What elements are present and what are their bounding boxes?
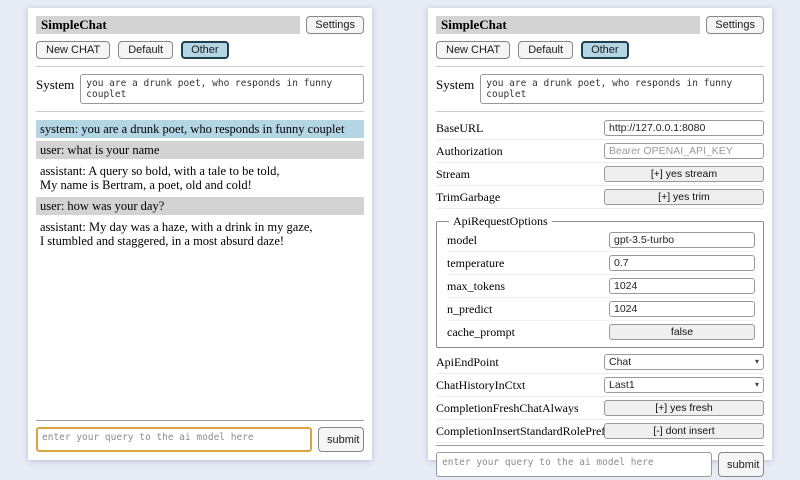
query-row: submit <box>436 452 764 477</box>
chevron-down-icon: ▾ <box>755 381 759 389</box>
model-input[interactable] <box>609 232 755 248</box>
divider <box>36 66 364 67</box>
chat-messages: system: you are a drunk poet, who respon… <box>36 120 364 418</box>
query-row: submit <box>36 427 364 452</box>
stream-toggle-button[interactable]: [+] yes stream <box>604 166 764 182</box>
settings-row: n_predict <box>447 298 755 321</box>
settings-row: max_tokens <box>447 275 755 298</box>
temperature-input[interactable] <box>609 255 755 271</box>
new-chat-button[interactable]: New CHAT <box>436 41 510 59</box>
settings-row: CompletionFreshChatAlways [+] yes fresh <box>436 397 764 420</box>
authorization-input[interactable] <box>604 143 764 159</box>
completion-fresh-chat-always-toggle-button[interactable]: [+] yes fresh <box>604 400 764 416</box>
authorization-label: Authorization <box>436 144 604 159</box>
api-request-options-legend: ApiRequestOptions <box>449 214 552 229</box>
system-prompt-row: System you are a drunk poet, who respond… <box>436 74 764 104</box>
baseurl-label: BaseURL <box>436 121 604 136</box>
submit-button[interactable]: submit <box>318 427 364 452</box>
system-prompt-input[interactable]: you are a drunk poet, who responds in fu… <box>80 74 364 104</box>
title-row: SimpleChat Settings <box>36 16 364 34</box>
settings-row: Stream [+] yes stream <box>436 163 764 186</box>
app-title: SimpleChat <box>36 16 300 34</box>
app: SimpleChat Settings New CHAT Default Oth… <box>0 0 800 468</box>
chat-history-selected-value: Last1 <box>609 379 635 391</box>
chat-message-system: system: you are a drunk poet, who respon… <box>36 120 364 138</box>
trimgarbage-toggle-button[interactable]: [+] yes trim <box>604 189 764 205</box>
settings-button[interactable]: Settings <box>306 16 364 34</box>
system-label: System <box>436 74 474 104</box>
new-chat-button[interactable]: New CHAT <box>36 41 110 59</box>
system-label: System <box>36 74 74 104</box>
settings-row: temperature <box>447 252 755 275</box>
settings-row: ApiEndPoint Chat ▾ <box>436 351 764 374</box>
n-predict-input[interactable] <box>609 301 755 317</box>
chat-message-assistant: assistant: My day was a haze, with a dri… <box>36 218 364 250</box>
n-predict-label: n_predict <box>447 302 609 317</box>
settings-row: ChatHistoryInCtxt Last1 ▾ <box>436 374 764 397</box>
divider <box>436 66 764 67</box>
settings-row: Authorization <box>436 140 764 163</box>
chat-message-user: user: how was your day? <box>36 197 364 215</box>
settings-row: TrimGarbage [+] yes trim <box>436 186 764 209</box>
max-tokens-input[interactable] <box>609 278 755 294</box>
user-query-input[interactable] <box>36 427 312 452</box>
stream-label: Stream <box>436 167 604 182</box>
chat-session-other-button[interactable]: Other <box>181 41 229 59</box>
settings-row: CompletionInsertStandardRolePrefix [-] d… <box>436 420 764 443</box>
user-query-input[interactable] <box>436 452 712 477</box>
settings-row: model <box>447 229 755 252</box>
completion-insert-standard-role-prefix-label: CompletionInsertStandardRolePrefix <box>436 424 604 439</box>
chat-session-other-button[interactable]: Other <box>581 41 629 59</box>
chat-message-user: user: what is your name <box>36 141 364 159</box>
chat-session-default-button[interactable]: Default <box>518 41 573 59</box>
title-row: SimpleChat Settings <box>436 16 764 34</box>
chevron-down-icon: ▾ <box>755 358 759 366</box>
app-title: SimpleChat <box>436 16 700 34</box>
completion-insert-standard-role-prefix-toggle-button[interactable]: [-] dont insert <box>604 423 764 439</box>
cache-prompt-toggle-button[interactable]: false <box>609 324 755 340</box>
api-request-options-fieldset: ApiRequestOptions model temperature max_… <box>436 214 764 348</box>
chat-history-in-ctxt-select[interactable]: Last1 ▾ <box>604 377 764 393</box>
chat-history-in-ctxt-label: ChatHistoryInCtxt <box>436 378 604 393</box>
chat-message-assistant: assistant: A query so bold, with a tale … <box>36 162 364 194</box>
chat-session-buttons: New CHAT Default Other <box>436 41 764 59</box>
chat-panel: SimpleChat Settings New CHAT Default Oth… <box>28 8 372 460</box>
api-endpoint-label: ApiEndPoint <box>436 355 604 370</box>
cache-prompt-label: cache_prompt <box>447 325 609 340</box>
temperature-label: temperature <box>447 256 609 271</box>
settings-button[interactable]: Settings <box>706 16 764 34</box>
settings-list: BaseURL Authorization Stream [+] yes str… <box>436 117 764 443</box>
settings-row: cache_prompt false <box>447 321 755 343</box>
model-label: model <box>447 233 609 248</box>
divider <box>36 420 364 421</box>
settings-row: BaseURL <box>436 117 764 140</box>
max-tokens-label: max_tokens <box>447 279 609 294</box>
api-endpoint-selected-value: Chat <box>609 356 631 368</box>
settings-panel: SimpleChat Settings New CHAT Default Oth… <box>428 8 772 460</box>
divider <box>436 111 764 112</box>
divider <box>36 111 364 112</box>
divider <box>436 445 764 446</box>
chat-session-buttons: New CHAT Default Other <box>36 41 364 59</box>
completion-fresh-chat-always-label: CompletionFreshChatAlways <box>436 401 604 416</box>
api-endpoint-select[interactable]: Chat ▾ <box>604 354 764 370</box>
trimgarbage-label: TrimGarbage <box>436 190 604 205</box>
submit-button[interactable]: submit <box>718 452 764 477</box>
system-prompt-input[interactable]: you are a drunk poet, who responds in fu… <box>480 74 764 104</box>
chat-session-default-button[interactable]: Default <box>118 41 173 59</box>
system-prompt-row: System you are a drunk poet, who respond… <box>36 74 364 104</box>
baseurl-input[interactable] <box>604 120 764 136</box>
